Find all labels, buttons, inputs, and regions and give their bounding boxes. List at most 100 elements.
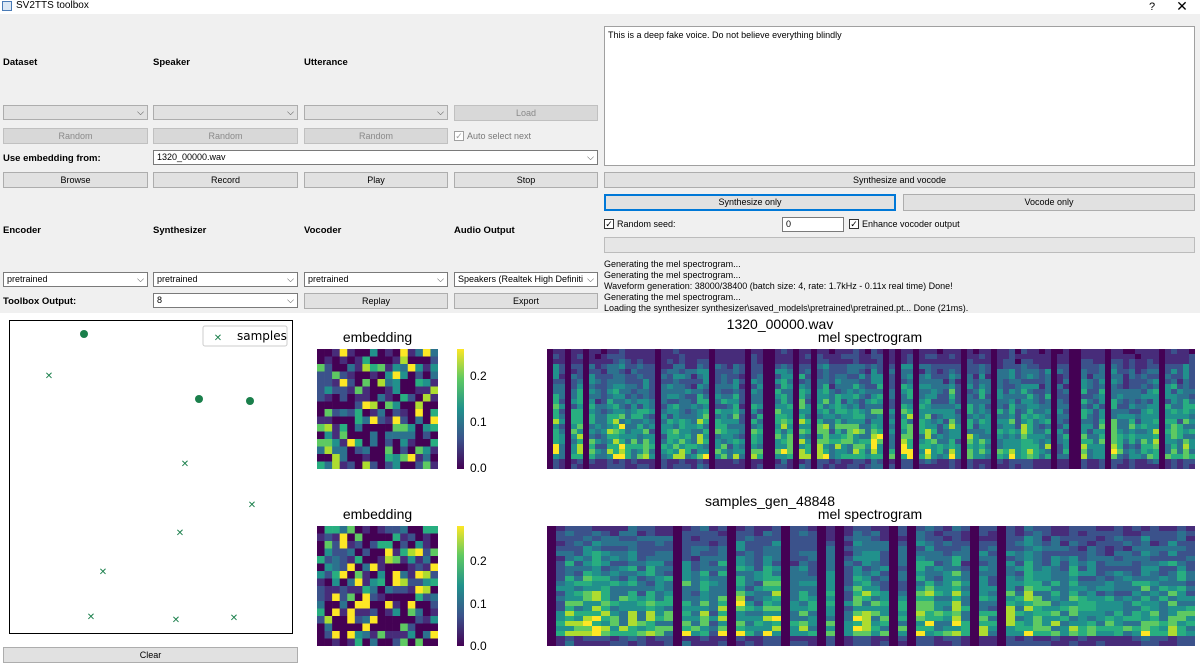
spectrogram-cell <box>571 394 578 400</box>
spectrogram-cell <box>895 364 902 370</box>
heatmap-cell <box>369 386 378 395</box>
spectrogram-cell <box>556 601 566 607</box>
spectrogram-cell <box>985 424 992 430</box>
vocode-only-button[interactable]: Vocode only <box>903 194 1195 211</box>
spectrogram-cell <box>979 531 989 537</box>
spectrogram-cell <box>736 566 746 572</box>
spectrogram-cell <box>772 606 782 612</box>
spectrogram-cell <box>565 424 572 430</box>
spectrogram-cell <box>1042 596 1052 602</box>
spectrogram-cell <box>736 606 746 612</box>
spectrogram-cell <box>1093 384 1100 390</box>
spectrogram-cell <box>787 399 794 405</box>
spectrogram-cell <box>655 414 662 420</box>
spectrogram-cell <box>805 379 812 385</box>
random-seed-checkbox[interactable]: ✓ <box>604 219 614 229</box>
spectrogram-cell <box>715 364 722 370</box>
heatmap-cell <box>332 631 340 639</box>
spectrogram-cell <box>727 586 737 592</box>
embedding-source-combo[interactable]: 1320_00000.wav ⌵ <box>153 150 598 165</box>
spectrogram-cell <box>970 566 980 572</box>
spectrogram-cell <box>799 464 806 469</box>
heatmap-cell <box>324 356 333 365</box>
toolbox-output-combo[interactable]: 8 ⌵ <box>153 293 298 308</box>
spectrogram-cell <box>1027 354 1034 360</box>
spectrogram-cell <box>913 414 920 420</box>
help-icon[interactable]: ? <box>1142 0 1162 15</box>
spectrogram-cell <box>1039 414 1046 420</box>
spectrogram-cell <box>979 394 986 400</box>
encoder-combo[interactable]: pretrained ⌵ <box>3 272 148 287</box>
heatmap-cell <box>385 548 393 557</box>
auto-select-checkbox[interactable]: ✓ <box>454 131 464 141</box>
spectrogram-cell <box>559 364 566 370</box>
synthesize-only-button[interactable]: Synthesize only <box>604 194 896 211</box>
spectrogram-cell <box>883 349 890 355</box>
spectrogram-cell <box>1177 419 1184 425</box>
spectrogram-cell <box>661 404 668 410</box>
spectrogram-cell <box>880 576 890 582</box>
spectrogram-cell <box>577 444 584 450</box>
spectrogram-cell <box>859 369 866 375</box>
record-button[interactable]: Record <box>153 172 298 188</box>
spectrogram-cell <box>979 636 989 642</box>
spectrogram-cell <box>1045 454 1052 460</box>
spectrogram-cell <box>595 359 602 365</box>
vocoder-combo[interactable]: pretrained ⌵ <box>304 272 448 287</box>
spectrogram-cell <box>727 546 737 552</box>
play-button[interactable]: Play <box>304 172 448 188</box>
seed-input[interactable]: 0 <box>782 217 844 232</box>
spectrogram-cell <box>595 419 602 425</box>
spectrogram-cell <box>1021 429 1028 435</box>
spectrogram-cell <box>715 389 722 395</box>
enhance-checkbox[interactable]: ✓ <box>849 219 859 229</box>
spectrogram-cell <box>637 364 644 370</box>
synthesize-vocode-button[interactable]: Synthesize and vocode <box>604 172 1195 188</box>
spectrogram-cell <box>955 369 962 375</box>
synthesizer-combo[interactable]: pretrained ⌵ <box>153 272 298 287</box>
heatmap-cell <box>347 461 356 469</box>
spectrogram-cell <box>1141 551 1151 557</box>
heatmap-cell <box>422 446 431 455</box>
heatmap-cell <box>415 431 424 440</box>
heatmap-cell <box>385 541 393 549</box>
spectrogram-cell <box>727 581 737 587</box>
dataset-combo[interactable]: ⌵ <box>3 105 148 120</box>
spectrogram-cell <box>709 394 716 400</box>
speaker-combo[interactable]: ⌵ <box>153 105 298 120</box>
spectrogram-cell <box>565 434 572 440</box>
spectrogram-cell <box>739 374 746 380</box>
spectrogram-cell <box>691 566 701 572</box>
stop-button[interactable]: Stop <box>454 172 598 188</box>
replay-button[interactable]: Replay <box>304 293 448 309</box>
random-utterance-button[interactable]: Random <box>304 128 448 144</box>
spectrogram-cell <box>727 394 734 400</box>
load-button[interactable]: Load <box>454 105 598 121</box>
utterance-combo[interactable]: ⌵ <box>304 105 448 120</box>
export-button[interactable]: Export <box>454 293 598 309</box>
spectrogram-cell <box>547 541 557 547</box>
spectrogram-cell <box>1105 444 1112 450</box>
browse-button[interactable]: Browse <box>3 172 148 188</box>
spectrogram-cell <box>1009 364 1016 370</box>
spectrogram-cell <box>637 374 644 380</box>
random-dataset-button[interactable]: Random <box>3 128 148 144</box>
spectrogram-cell <box>871 449 878 455</box>
spectrogram-cell <box>547 444 554 450</box>
spectrogram-cell <box>952 591 962 597</box>
spectrogram-cell <box>655 526 665 532</box>
close-icon[interactable]: ✕ <box>1172 0 1192 14</box>
audio-output-combo[interactable]: Speakers (Realtek High Definiti ⌵ <box>454 272 598 287</box>
spectrogram-cell <box>637 561 647 567</box>
heatmap-cell <box>422 563 431 572</box>
spectrogram-cell <box>619 576 629 582</box>
clear-button[interactable]: Clear <box>3 647 298 663</box>
spectrogram-cell <box>721 364 728 370</box>
spectrogram-cell <box>925 636 935 642</box>
spectrogram-cell <box>943 429 950 435</box>
random-speaker-button[interactable]: Random <box>153 128 298 144</box>
heatmap-cell <box>362 563 371 572</box>
spectrogram-cell <box>637 439 644 445</box>
spectrogram-cell <box>565 601 575 607</box>
text-input[interactable]: This is a deep fake voice. Do not believ… <box>604 26 1195 166</box>
